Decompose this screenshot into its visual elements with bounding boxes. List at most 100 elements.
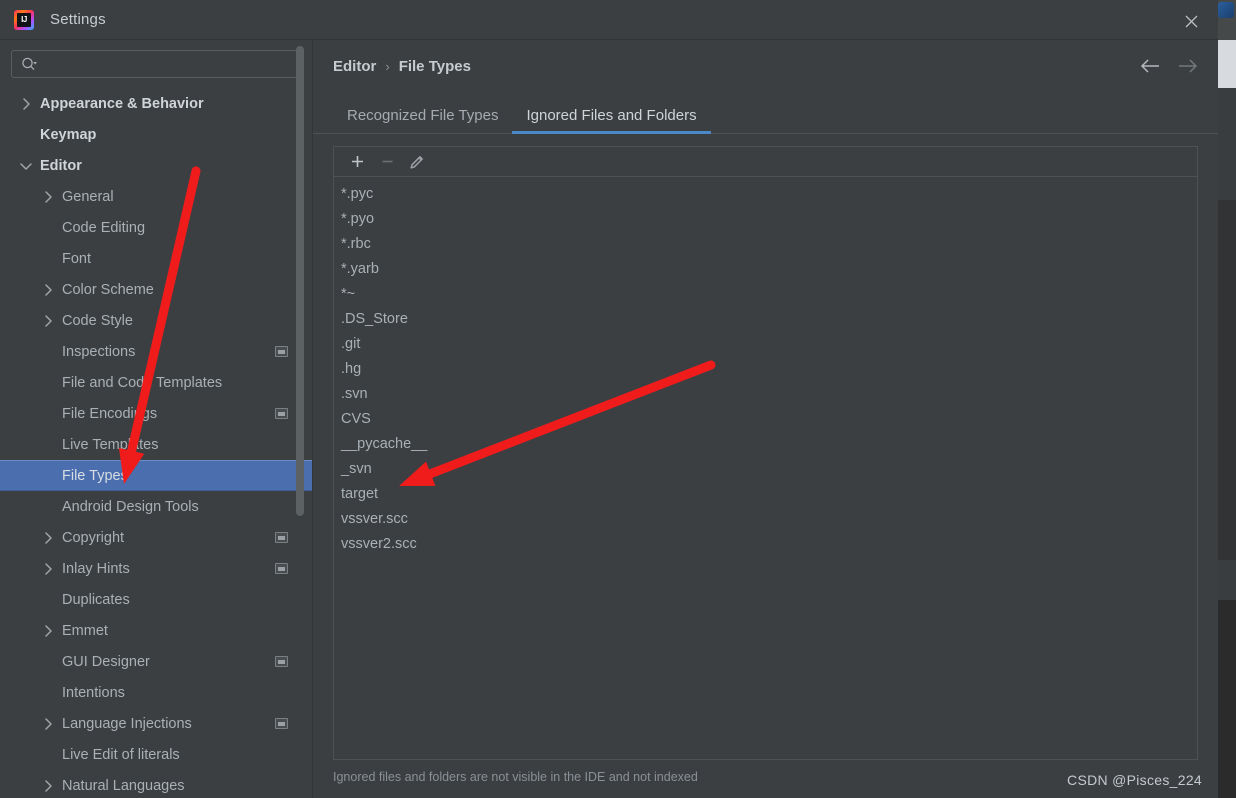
screenshot-root: IJ Settings Appearance & Behavior Keymap… xyxy=(0,0,1236,798)
sidebar-item-label: Emmet xyxy=(62,622,108,639)
chevron-right-icon[interactable] xyxy=(40,313,56,329)
sidebar-item-editor[interactable]: Editor xyxy=(0,150,312,181)
list-item[interactable]: __pycache__ xyxy=(334,432,1197,457)
twisty-placeholder xyxy=(40,747,56,763)
sidebar-item-emmet[interactable]: Emmet xyxy=(0,615,312,646)
settings-tree[interactable]: Appearance & Behavior Keymap Editor General… xyxy=(0,86,312,798)
list-item[interactable]: .svn xyxy=(334,382,1197,407)
twisty-placeholder xyxy=(40,592,56,608)
project-scope-badge-icon xyxy=(275,346,288,357)
sidebar-item-label: Font xyxy=(62,250,92,267)
sidebar-item-label: Editor xyxy=(40,157,82,174)
list-item[interactable]: vssver2.scc xyxy=(334,532,1197,557)
file-types-tabs[interactable]: Recognized File Types Ignored Files and F… xyxy=(313,92,1218,134)
list-item[interactable]: .hg xyxy=(334,357,1197,382)
chevron-right-icon[interactable] xyxy=(40,530,56,546)
ignored-files-panel: *.pyc *.pyo *.rbc *.yarb *~ .DS_Store .git .hg.… xyxy=(333,146,1198,760)
sidebar-item-label: General xyxy=(62,188,114,205)
list-item[interactable]: _svn xyxy=(334,457,1197,482)
sidebar-item-file-types[interactable]: File Types xyxy=(0,460,312,491)
sidebar-item-label: Appearance & Behavior xyxy=(40,95,204,112)
list-item[interactable]: *.yarb xyxy=(334,257,1197,282)
sidebar-scrollbar-thumb[interactable] xyxy=(296,46,304,516)
arrow-right-icon[interactable] xyxy=(1176,54,1200,78)
sidebar-item-label: GUI Designer xyxy=(62,653,150,670)
chevron-right-icon[interactable] xyxy=(18,96,34,112)
sidebar-item-general[interactable]: General xyxy=(0,181,312,212)
sidebar-item-label: Duplicates xyxy=(62,591,130,608)
close-icon[interactable] xyxy=(1180,10,1202,32)
project-scope-badge-icon xyxy=(275,532,288,543)
search-input[interactable] xyxy=(44,56,284,72)
twisty-placeholder xyxy=(40,685,56,701)
sidebar-item-language-injections[interactable]: Language Injections xyxy=(0,708,312,739)
twisty-placeholder xyxy=(40,654,56,670)
sidebar-item-inspections[interactable]: Inspections xyxy=(0,336,312,367)
sidebar-item-appearance-behavior[interactable]: Appearance & Behavior xyxy=(0,88,312,119)
sidebar-item-copyright[interactable]: Copyright xyxy=(0,522,312,553)
chevron-down-icon[interactable] xyxy=(18,158,34,174)
search-box[interactable] xyxy=(11,50,301,78)
chevron-right-icon[interactable] xyxy=(40,189,56,205)
sidebar-scrollbar-track[interactable] xyxy=(296,46,304,736)
settings-main-panel: Editor › File Types Recognized File Type… xyxy=(312,40,1218,798)
sidebar-item-keymap[interactable]: Keymap xyxy=(0,119,312,150)
list-item[interactable]: *.pyo xyxy=(334,207,1197,232)
sidebar-item-file-encodings[interactable]: File Encodings xyxy=(0,398,312,429)
list-item[interactable]: *~ xyxy=(334,282,1197,307)
list-item[interactable]: .git xyxy=(334,332,1197,357)
sidebar-item-font[interactable]: Font xyxy=(0,243,312,274)
list-item[interactable]: *.pyc xyxy=(334,182,1197,207)
breadcrumb: Editor › File Types xyxy=(333,58,471,75)
twisty-placeholder xyxy=(40,499,56,515)
window-title: Settings xyxy=(50,11,106,28)
csdn-watermark: CSDN @Pisces_224 xyxy=(1067,772,1202,788)
list-item[interactable]: CVS xyxy=(334,407,1197,432)
twisty-placeholder xyxy=(40,220,56,236)
sidebar-item-duplicates[interactable]: Duplicates xyxy=(0,584,312,615)
sidebar-item-natural-languages[interactable]: Natural Languages xyxy=(0,770,312,798)
sidebar-item-inlay-hints[interactable]: Inlay Hints xyxy=(0,553,312,584)
sidebar-item-live-edit-of-literals[interactable]: Live Edit of literals xyxy=(0,739,312,770)
breadcrumb-parent[interactable]: Editor xyxy=(333,58,376,75)
chevron-right-icon[interactable] xyxy=(40,716,56,732)
sidebar-item-gui-designer[interactable]: GUI Designer xyxy=(0,646,312,677)
chevron-right-icon[interactable] xyxy=(40,282,56,298)
sidebar-item-label: Copyright xyxy=(62,529,125,546)
chevron-right-icon[interactable] xyxy=(40,561,56,577)
chevron-right-icon[interactable] xyxy=(40,778,56,794)
sidebar-item-android-design-tools[interactable]: Android Design Tools xyxy=(0,491,312,522)
sidebar-item-file-and-code-templates[interactable]: File and Code Templates xyxy=(0,367,312,398)
project-scope-badge-icon xyxy=(275,656,288,667)
sidebar-item-color-scheme[interactable]: Color Scheme xyxy=(0,274,312,305)
list-item[interactable]: *.rbc xyxy=(334,232,1197,257)
list-item[interactable]: .DS_Store xyxy=(334,307,1197,332)
sidebar-item-live-templates[interactable]: Live Templates xyxy=(0,429,312,460)
sidebar-item-code-style[interactable]: Code Style xyxy=(0,305,312,336)
settings-sidebar: Appearance & Behavior Keymap Editor General… xyxy=(0,40,312,798)
remove-button[interactable] xyxy=(374,150,400,174)
project-scope-badge-icon xyxy=(275,563,288,574)
twisty-placeholder xyxy=(40,375,56,391)
project-scope-badge-icon xyxy=(275,408,288,419)
chevron-right-icon[interactable] xyxy=(40,623,56,639)
list-item[interactable]: target xyxy=(334,482,1197,507)
sidebar-item-label: Keymap xyxy=(40,126,97,143)
breadcrumb-current: File Types xyxy=(398,57,471,75)
ignored-files-list[interactable]: *.pyc *.pyo *.rbc *.yarb *~ .DS_Store .git .hg.… xyxy=(334,177,1197,759)
background-app-icon xyxy=(1218,2,1234,18)
twisty-placeholder xyxy=(18,127,34,143)
sidebar-item-code-editing[interactable]: Code Editing xyxy=(0,212,312,243)
tab-recognized-file-types[interactable]: Recognized File Types xyxy=(333,107,512,133)
tab-ignored-files-and-folders[interactable]: Ignored Files and Folders xyxy=(512,107,711,134)
arrow-left-icon[interactable] xyxy=(1138,54,1162,78)
twisty-placeholder xyxy=(40,344,56,360)
sidebar-item-intentions[interactable]: Intentions xyxy=(0,677,312,708)
list-item[interactable]: vssver.scc xyxy=(334,507,1197,532)
twisty-placeholder xyxy=(40,468,56,484)
add-button[interactable] xyxy=(344,150,370,174)
sidebar-item-label: Android Design Tools xyxy=(62,498,199,515)
list-toolbar xyxy=(334,147,1197,177)
sidebar-item-label: Color Scheme xyxy=(62,281,154,298)
edit-button[interactable] xyxy=(404,150,430,174)
